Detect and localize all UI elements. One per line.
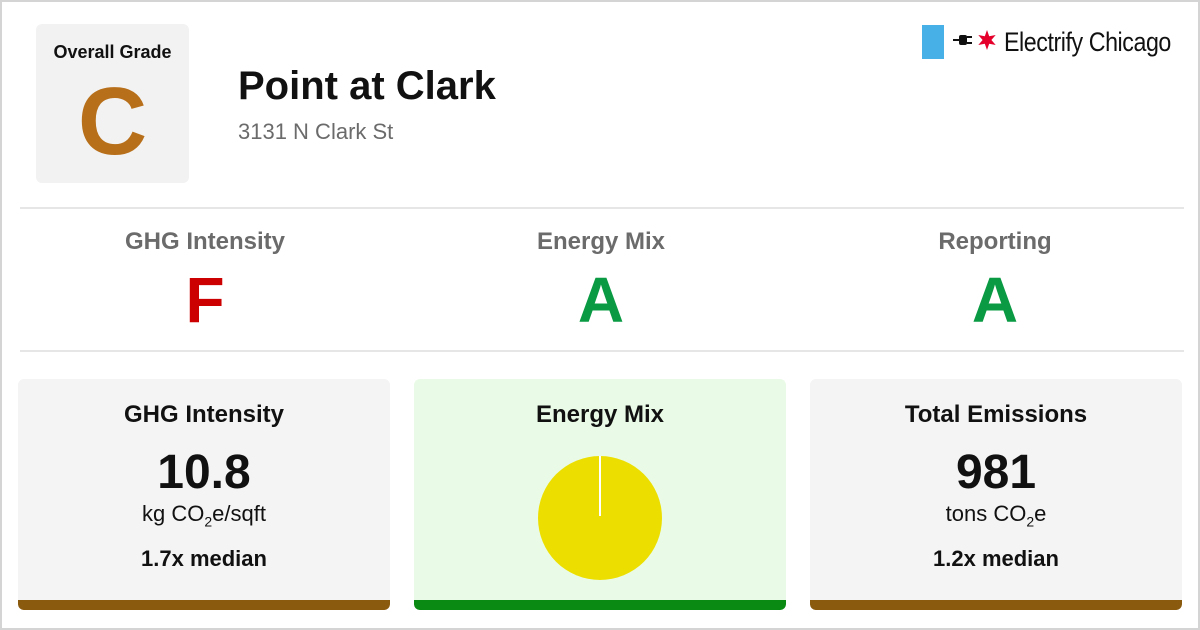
subgrade-reporting: Reporting A (798, 228, 1192, 340)
total-emissions-card: Total Emissions 981 tons CO2e 1.2x media… (810, 379, 1182, 610)
unit-text: e/sqft (212, 501, 266, 526)
building-grade-card: Overall Grade C Point at Clark 3131 N Cl… (0, 0, 1200, 630)
overall-grade-letter: C (77, 68, 148, 175)
subgrade-letter: F (185, 264, 225, 336)
building-name: Point at Clark (238, 64, 496, 108)
ghg-intensity-card: GHG Intensity 10.8 kg CO2e/sqft 1.7x med… (18, 379, 390, 610)
subgrade-label: GHG Intensity (124, 228, 286, 255)
unit-text: tons CO (945, 501, 1027, 526)
divider (20, 207, 1184, 209)
unit-subscript: 2 (204, 513, 213, 530)
brand-name: Electrify Chicago (1003, 26, 1171, 57)
building-address: 3131 N Clark St (238, 119, 394, 144)
overall-grade-box: Overall Grade C (36, 24, 189, 183)
energy-mix-card: Energy Mix (414, 379, 786, 610)
ghg-intensity-value: 10.8 (157, 446, 251, 499)
flag-stripe-icon (921, 25, 944, 59)
subgrade-label: Energy Mix (536, 228, 666, 255)
subgrade-ghg: GHG Intensity F (8, 228, 402, 340)
divider (20, 350, 1184, 352)
card-title: Energy Mix (535, 401, 665, 428)
ghg-intensity-unit: kg CO2e/sqft (18, 501, 390, 529)
unit-text: kg CO (142, 501, 205, 526)
brand-logo[interactable]: Electrify Chicago (921, 24, 1174, 60)
subgrade-letter: A (971, 264, 1019, 336)
card-accent-bar (414, 600, 786, 610)
card-title: GHG Intensity (123, 401, 285, 428)
unit-subscript: 2 (1026, 513, 1035, 530)
card-accent-bar (18, 600, 390, 610)
energy-mix-pie-chart (538, 456, 662, 580)
unit-text: e (1034, 501, 1047, 526)
card-accent-bar (810, 600, 1182, 610)
total-median-comparison: 1.2x median (933, 546, 1059, 571)
card-title: Total Emissions (904, 401, 1088, 428)
chicago-star-icon (976, 29, 998, 56)
subgrade-energy-mix: Energy Mix A (404, 228, 798, 340)
ghg-median-comparison: 1.7x median (141, 546, 267, 571)
total-emissions-value: 981 (955, 446, 1037, 499)
total-emissions-unit: tons CO2e (810, 501, 1182, 529)
subgrade-letter: A (577, 264, 625, 336)
plug-icon (952, 32, 974, 53)
subgrade-label: Reporting (938, 228, 1052, 255)
overall-grade-label: Overall Grade (53, 42, 172, 62)
